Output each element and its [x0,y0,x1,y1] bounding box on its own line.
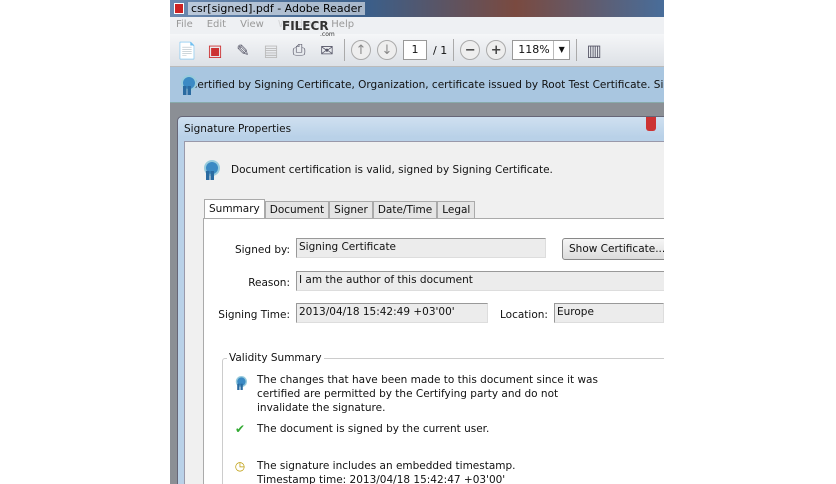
close-icon[interactable] [646,117,656,131]
menu-bar: File Edit View Window Help FILECR .com [170,17,664,38]
signed-by-label: Signed by: [234,244,290,256]
chevron-down-icon: ▼ [553,41,569,59]
dialog-header: Document certification is valid, signed … [203,160,553,180]
certification-bar: Certified by Signing Certificate, Organi… [170,67,664,103]
pdf-app-icon [174,3,184,14]
zoom-out-icon[interactable]: − [460,40,481,60]
validity-item: ✔ The document is signed by the current … [233,422,613,436]
page-number-input[interactable]: 1 [403,40,427,60]
signing-time-field[interactable]: 2013/04/18 15:42:49 +03'00' [296,303,488,323]
signature-properties-dialog: Signature Properties Document certificat… [177,116,664,484]
show-certificate-button[interactable]: Show Certificate... [562,238,664,260]
tab-legal[interactable]: Legal [437,201,476,218]
signature-check-icon: ✔ [234,422,246,436]
previous-page-icon[interactable]: ↑ [351,40,371,60]
open-icon[interactable]: 📄 [176,39,198,61]
tab-bar: Summary Document Signer Date/Time Legal [204,199,476,219]
zoom-value: 118% [518,43,550,56]
page-total: / 1 [433,43,448,57]
location-label: Location: [500,309,548,321]
divider [453,39,455,61]
tab-summary[interactable]: Summary [204,199,265,219]
create-pdf-icon[interactable]: ▣ [204,39,226,61]
certificate-ribbon-icon [203,160,220,180]
validity-text: The signature includes an embedded times… [257,460,516,484]
location-field[interactable]: Europe [554,303,664,323]
validity-summary-group: Validity Summary The changes that have b… [222,352,664,484]
signing-time-label: Signing Time: [218,309,290,321]
dialog-title: Signature Properties [184,123,292,135]
print-icon[interactable]: ⎙ [288,39,310,61]
menu-view[interactable]: View [240,19,264,32]
reason-label: Reason: [248,277,290,289]
watermark-logo: FILECR .com [282,19,335,38]
certificate-ribbon-icon [235,376,247,390]
title-bar: csr[signed].pdf - Adobe Reader [170,0,664,17]
adobe-reader-window: csr[signed].pdf - Adobe Reader File Edit… [170,0,664,484]
email-icon[interactable]: ✉ [316,39,338,61]
divider [344,39,345,61]
validity-item: The changes that have been made to this … [233,373,613,415]
certification-status: Document certification is valid, signed … [231,164,553,176]
validity-summary-title: Validity Summary [227,352,324,364]
certification-text: Certified by Signing Certificate, Organi… [190,78,664,91]
tab-signer[interactable]: Signer [329,201,373,218]
zoom-select[interactable]: 118% ▼ [512,40,571,60]
zoom-in-icon[interactable]: + [486,40,507,60]
signed-by-field[interactable]: Signing Certificate [296,238,546,258]
toolbar: 📄 ▣ ✎ ▤ ⎙ ✉ ↑ ↓ 1 / 1 − + 118% ▼ ▥ [170,34,664,67]
divider [576,39,578,61]
reason-field[interactable]: I am the author of this document [296,271,664,291]
validity-item: ◷ The signature includes an embedded tim… [233,459,573,484]
tab-document[interactable]: Document [264,201,330,218]
summary-panel: Signed by: Signing Certificate Show Cert… [203,218,664,484]
timestamp-clock-icon: ◷ [234,459,246,473]
menu-edit[interactable]: Edit [207,19,226,32]
save-icon[interactable]: ▤ [260,39,282,61]
validity-text: The document is signed by the current us… [257,423,490,435]
validity-text: The changes that have been made to this … [257,374,598,414]
dialog-body: Document certification is valid, signed … [184,141,664,484]
next-page-icon[interactable]: ↓ [377,40,397,60]
window-title: csr[signed].pdf - Adobe Reader [188,2,365,15]
fit-page-icon[interactable]: ▥ [583,39,605,61]
tab-date-time[interactable]: Date/Time [372,201,438,218]
edit-icon[interactable]: ✎ [232,39,254,61]
menu-file[interactable]: File [176,19,193,32]
